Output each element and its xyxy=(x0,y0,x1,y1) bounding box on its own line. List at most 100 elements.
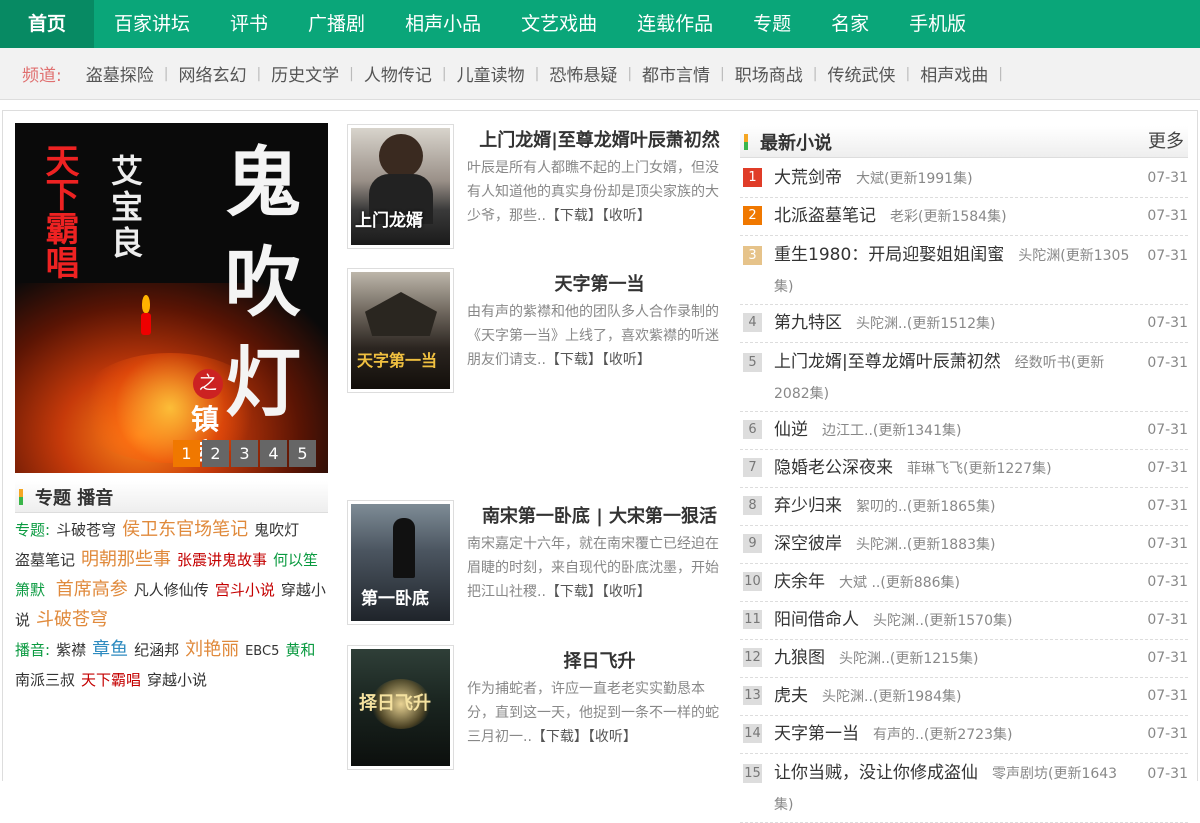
featured-title[interactable]: 上门龙婿|至尊龙婿叶辰萧初然 xyxy=(472,126,727,152)
list-item[interactable]: 1 大荒剑帝 大斌(更新1991集) 07-31 xyxy=(740,160,1188,198)
list-item[interactable]: 12 九狼图 头陀渊..(更新1215集) 07-31 xyxy=(740,640,1188,678)
list-item[interactable]: 2 北派盗墓笔记 老彩(更新1584集) 07-31 xyxy=(740,198,1188,236)
channel-item[interactable]: 儿童读物 xyxy=(457,61,525,86)
novel-title[interactable]: 第九特区 xyxy=(774,313,842,333)
novel-title[interactable]: 仙逆 xyxy=(774,420,808,440)
banner-page-2[interactable]: 2 xyxy=(202,440,229,467)
novel-title[interactable]: 上门龙婿|至尊龙婿叶辰萧初然 xyxy=(774,352,1001,372)
list-item[interactable]: 9 深空彼岸 头陀渊..(更新1883集) 07-31 xyxy=(740,526,1188,564)
list-item[interactable]: 7 隐婚老公深夜来 菲琳飞飞(更新1227集) 07-31 xyxy=(740,450,1188,488)
channel-item[interactable]: 盗墓探险 xyxy=(86,61,154,86)
featured-title[interactable]: 天字第一当 xyxy=(472,270,727,296)
voice-link[interactable]: 南派三叔 xyxy=(15,671,75,689)
topic-link[interactable]: 宫斗小说 xyxy=(215,581,275,599)
topic-link[interactable]: 首席高参 xyxy=(56,579,128,600)
nav-crosstalk[interactable]: 相声小品 xyxy=(385,0,501,48)
channel-item[interactable]: 都市言情 xyxy=(642,61,710,86)
featured-cover[interactable]: 上门龙婿 xyxy=(347,124,454,249)
banner-slideshow[interactable]: 天下霸唱 艾宝良 鬼吹灯 之 镇库狂沙 1 2 3 4 5 xyxy=(15,123,328,473)
channel-item[interactable]: 人物传记 xyxy=(364,61,432,86)
novel-title[interactable]: 北派盗墓笔记 xyxy=(774,206,876,226)
channel-bar: 频道: 盗墓探险 | 网络玄幻 | 历史文学 | 人物传记 | 儿童读物 | 恐怖悬疑 | … xyxy=(0,48,1200,100)
list-item[interactable]: 10 庆余年 大斌 ..(更新886集) 07-31 xyxy=(740,564,1188,602)
topic-link[interactable]: 盗墓笔记 xyxy=(15,551,75,569)
banner-page-1[interactable]: 1 xyxy=(173,440,200,467)
channel-item[interactable]: 恐怖悬疑 xyxy=(549,61,617,86)
topic-link[interactable]: 鬼吹灯 xyxy=(254,521,299,539)
nav-lecture[interactable]: 百家讲坛 xyxy=(94,0,210,48)
more-link[interactable]: 更多 xyxy=(1148,126,1184,158)
download-link[interactable]: 【下载】 xyxy=(532,729,588,745)
list-item[interactable]: 13 虎夫 头陀渊..(更新1984集) 07-31 xyxy=(740,678,1188,716)
voice-link[interactable]: 章鱼 xyxy=(92,639,128,660)
channel-item[interactable]: 相声戏曲 xyxy=(920,61,988,86)
banner-page-5[interactable]: 5 xyxy=(289,440,316,467)
featured-item: 上门龙婿 上门龙婿|至尊龙婿叶辰萧初然 叶辰是所有人都瞧不起的上门女婿，但没有人… xyxy=(347,124,727,249)
update-date: 07-31 xyxy=(1147,498,1188,514)
novel-title[interactable]: 虎夫 xyxy=(774,686,808,706)
voice-link[interactable]: 黄和 xyxy=(285,641,315,659)
nav-masters[interactable]: 名家 xyxy=(811,0,889,48)
topic-link[interactable]: 凡人修仙传 xyxy=(134,581,209,599)
voice-link[interactable]: EBC5 xyxy=(245,644,279,659)
novel-title[interactable]: 让你当贼，没让你修成盗仙 xyxy=(774,763,978,783)
nav-pingshu[interactable]: 评书 xyxy=(210,0,288,48)
list-item[interactable]: 5 上门龙婿|至尊龙婿叶辰萧初然 经数听书(更新2082集) 07-31 xyxy=(740,343,1188,412)
featured-cover[interactable]: 天字第一当 xyxy=(347,268,454,393)
novel-title[interactable]: 大荒剑帝 xyxy=(774,168,842,188)
voice-link[interactable]: 穿越小说 xyxy=(147,671,207,689)
list-item[interactable]: 4 第九特区 头陀渊..(更新1512集) 07-31 xyxy=(740,305,1188,343)
topics-heading-title: 专题 播音 xyxy=(35,487,114,509)
voice-link[interactable]: 刘艳丽 xyxy=(185,639,239,660)
update-date: 07-31 xyxy=(1147,355,1188,371)
topics-heading: 专题 播音 xyxy=(15,481,328,513)
voice-link[interactable]: 紫襟 xyxy=(56,641,86,659)
topic-link[interactable]: 侯卫东官场笔记 xyxy=(122,519,248,540)
list-item[interactable]: 11 阳间借命人 头陀渊..(更新1570集) 07-31 xyxy=(740,602,1188,640)
novel-title[interactable]: 庆余年 xyxy=(774,572,825,592)
list-item[interactable]: 8 弃少归来 絮叨的..(更新1865集) 07-31 xyxy=(740,488,1188,526)
nav-radio-drama[interactable]: 广播剧 xyxy=(288,0,385,48)
list-item[interactable]: 15 让你当贼，没让你修成盗仙 零声剧坊(更新1643集) 07-31 xyxy=(740,754,1188,823)
list-item[interactable]: 6 仙逆 边江工..(更新1341集) 07-31 xyxy=(740,412,1188,450)
nav-home[interactable]: 首页 xyxy=(0,0,95,48)
download-link[interactable]: 【下载】 xyxy=(546,208,602,224)
featured-title[interactable]: 南宋第一卧底 | 大宋第一狠活 xyxy=(472,502,727,528)
nav-opera[interactable]: 文艺戏曲 xyxy=(501,0,617,48)
featured-cover[interactable]: 择日飞升 xyxy=(347,645,454,770)
topic-link[interactable]: 斗破苍穹 xyxy=(36,609,108,630)
nav-serial[interactable]: 连载作品 xyxy=(617,0,733,48)
topic-link[interactable]: 明朝那些事 xyxy=(81,549,171,570)
featured-cover[interactable]: 第一卧底 xyxy=(347,500,454,625)
channel-item[interactable]: 传统武侠 xyxy=(827,61,895,86)
list-item[interactable]: 3 重生1980：开局迎娶姐姐闺蜜 头陀渊(更新1305集) 07-31 xyxy=(740,236,1188,305)
novel-title[interactable]: 阳间借命人 xyxy=(774,610,859,630)
nav-mobile[interactable]: 手机版 xyxy=(889,0,986,48)
novel-title[interactable]: 重生1980：开局迎娶姐姐闺蜜 xyxy=(774,245,1004,265)
featured-title[interactable]: 择日飞升 xyxy=(472,647,727,673)
topic-link[interactable]: 张震讲鬼故事 xyxy=(177,551,267,569)
channel-item[interactable]: 网络玄幻 xyxy=(178,61,246,86)
cover-building-art xyxy=(365,292,437,336)
banner-page-3[interactable]: 3 xyxy=(231,440,258,467)
listen-link[interactable]: 【收听】 xyxy=(602,584,651,600)
novel-title[interactable]: 深空彼岸 xyxy=(774,534,842,554)
topic-link[interactable]: 斗破苍穹 xyxy=(56,521,116,539)
listen-link[interactable]: 【收听】 xyxy=(602,208,651,224)
voice-link[interactable]: 天下霸唱 xyxy=(81,671,141,689)
channel-item[interactable]: 历史文学 xyxy=(271,61,339,86)
listen-link[interactable]: 【收听】 xyxy=(602,352,651,368)
list-item[interactable]: 14 天字第一当 有声的..(更新2723集) 07-31 xyxy=(740,716,1188,754)
nav-topics[interactable]: 专题 xyxy=(733,0,811,48)
novel-title[interactable]: 弃少归来 xyxy=(774,496,842,516)
novel-title[interactable]: 九狼图 xyxy=(774,648,825,668)
channel-item[interactable]: 职场商战 xyxy=(735,61,803,86)
voice-link[interactable]: 纪涵邦 xyxy=(134,641,179,659)
listen-link[interactable]: 【收听】 xyxy=(588,729,637,745)
download-link[interactable]: 【下载】 xyxy=(546,584,602,600)
novel-meta: 絮叨的..(更新1865集) xyxy=(856,499,996,515)
download-link[interactable]: 【下载】 xyxy=(546,352,602,368)
banner-page-4[interactable]: 4 xyxy=(260,440,287,467)
novel-title[interactable]: 隐婚老公深夜来 xyxy=(774,458,893,478)
novel-title[interactable]: 天字第一当 xyxy=(774,724,859,744)
